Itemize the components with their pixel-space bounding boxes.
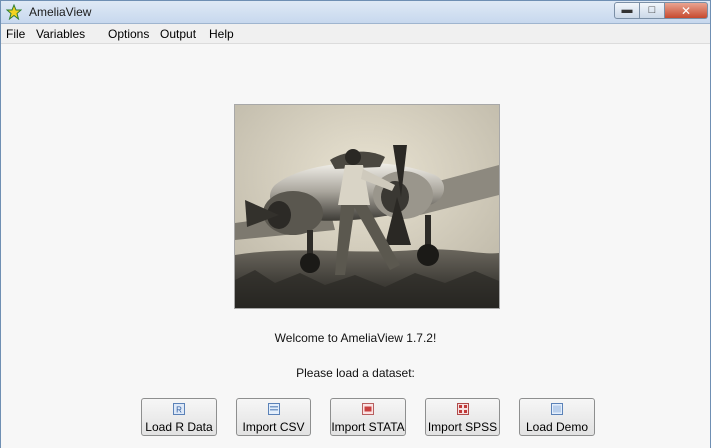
load-dataset-prompt: Please load a dataset: bbox=[296, 366, 415, 380]
window-controls: ▬ □ ✕ bbox=[614, 2, 708, 20]
import-csv-button[interactable]: Import CSV bbox=[236, 398, 311, 436]
menu-help[interactable]: Help bbox=[209, 27, 234, 41]
load-r-data-label: Load R Data bbox=[145, 420, 213, 434]
amelia-star-icon bbox=[6, 4, 22, 20]
csv-file-icon bbox=[267, 403, 280, 415]
load-r-data-button[interactable]: R Load R Data bbox=[141, 398, 217, 436]
spss-file-icon bbox=[456, 403, 469, 415]
r-data-icon: R bbox=[173, 403, 185, 415]
import-spss-label: Import SPSS bbox=[427, 420, 498, 434]
svg-text:R: R bbox=[176, 406, 182, 415]
load-demo-button[interactable]: Load Demo bbox=[519, 398, 595, 436]
welcome-photo bbox=[234, 104, 500, 309]
demo-file-icon bbox=[551, 403, 563, 415]
import-stata-label: Import STATA bbox=[331, 420, 405, 434]
import-csv-label: Import CSV bbox=[242, 420, 305, 434]
app-window: AmeliaView ▬ □ ✕ File Variables Options … bbox=[0, 0, 711, 448]
menu-variables[interactable]: Variables bbox=[36, 27, 85, 41]
menu-options[interactable]: Options bbox=[108, 27, 149, 41]
maximize-button[interactable]: □ bbox=[640, 2, 665, 19]
import-spss-button[interactable]: Import SPSS bbox=[425, 398, 500, 436]
title-bar[interactable]: AmeliaView ▬ □ ✕ bbox=[1, 1, 710, 24]
close-button[interactable]: ✕ bbox=[665, 2, 708, 19]
main-content: Welcome to AmeliaView 1.7.2! Please load… bbox=[1, 44, 710, 448]
minimize-button[interactable]: ▬ bbox=[614, 2, 640, 19]
welcome-message: Welcome to AmeliaView 1.7.2! bbox=[274, 331, 437, 345]
window-title: AmeliaView bbox=[29, 5, 92, 19]
load-demo-label: Load Demo bbox=[525, 420, 589, 434]
aviator-airplane-image bbox=[235, 105, 499, 308]
menu-output[interactable]: Output bbox=[160, 27, 196, 41]
import-stata-button[interactable]: Import STATA bbox=[330, 398, 406, 436]
menu-bar: File Variables Options Output Help bbox=[1, 24, 710, 44]
stata-file-icon bbox=[362, 403, 374, 415]
menu-file[interactable]: File bbox=[6, 27, 25, 41]
